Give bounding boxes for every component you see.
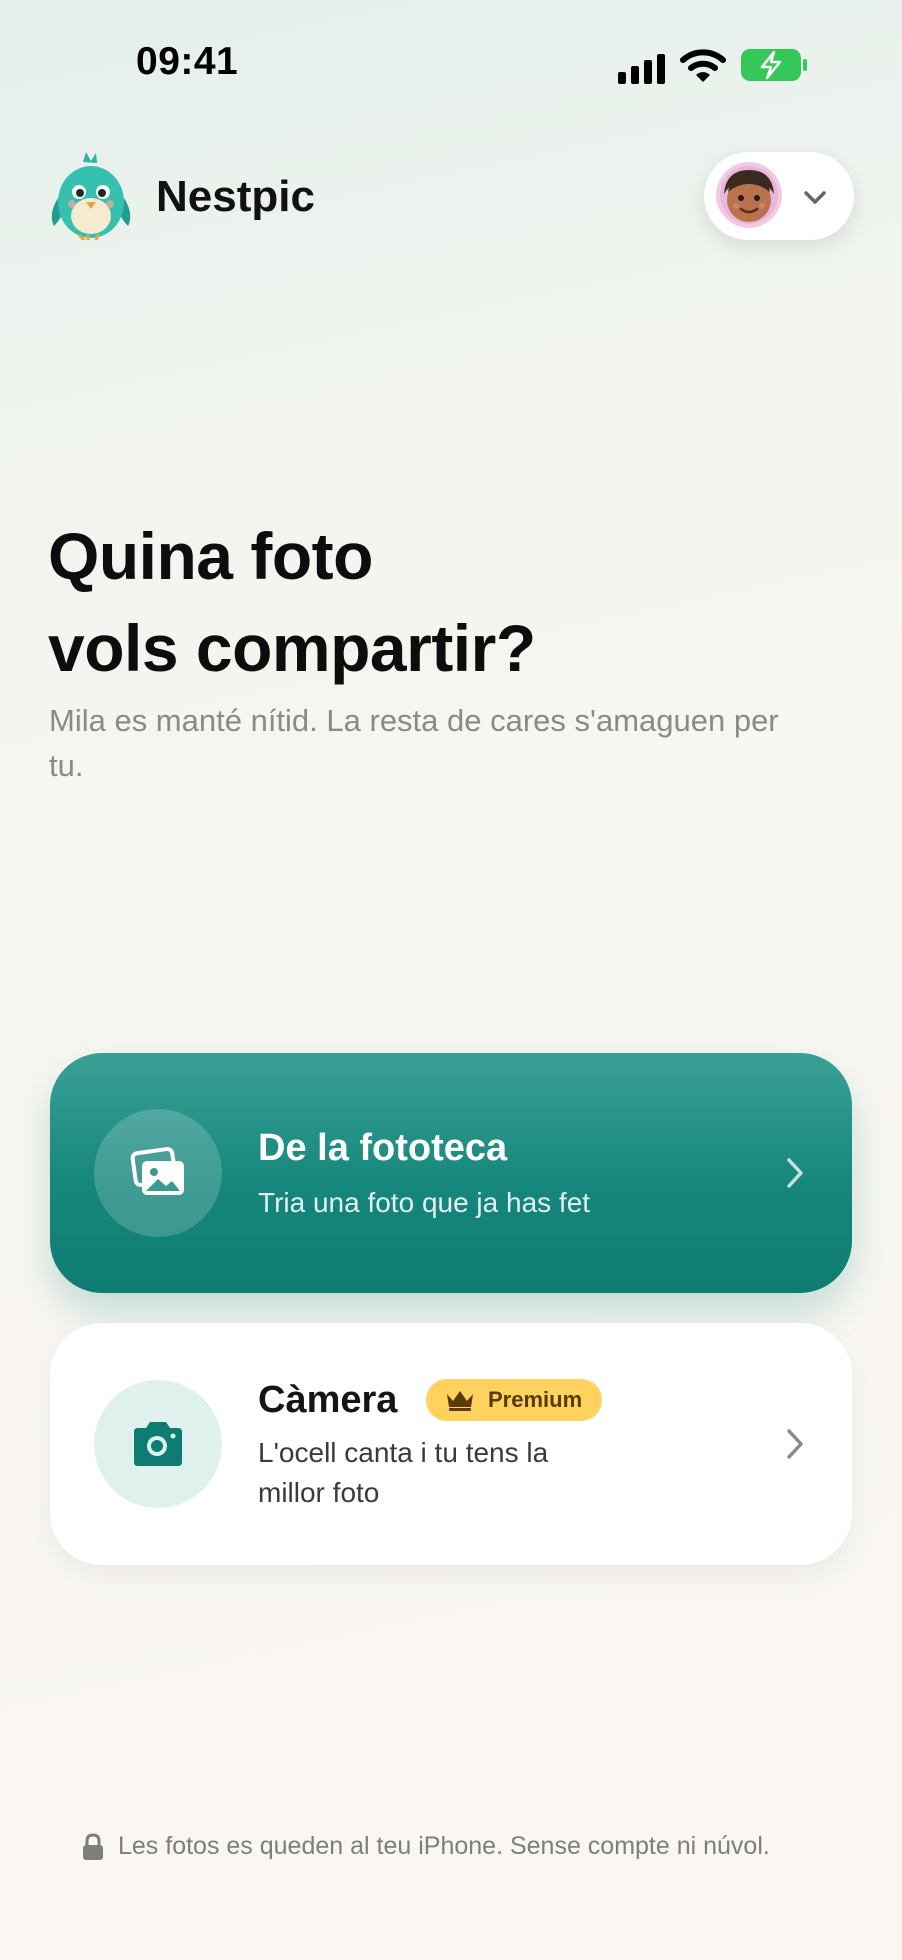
photo-library-icon [130,1147,184,1195]
privacy-note-text: Les fotos es queden al teu iPhone. Sense… [118,1832,770,1860]
photo-library-icon-circle [94,1109,222,1237]
page-title: Quina foto vols compartir? [48,510,536,694]
camera-title: Càmera [258,1379,398,1421]
premium-label: Premium [488,1387,583,1412]
camera-icon-circle [94,1380,222,1508]
child-avatar-icon [716,162,782,228]
cellular-signal-icon [618,54,665,84]
chevron-right-icon [787,1158,803,1188]
page-subtitle: Mila es manté nítid. La resta de cares s… [49,703,779,783]
bird-mascot-icon [51,152,131,240]
wifi-icon [680,49,726,82]
battery-charging-icon [741,49,807,81]
camera-option-button[interactable]: Càmera Premium L'ocell canta i tu tens l… [50,1323,852,1565]
photo-library-description: Tria una foto que ja has fet [258,1187,591,1218]
profile-switcher-button[interactable] [704,152,854,240]
photo-library-option-button[interactable]: De la fototeca Tria una foto que ja has … [50,1053,852,1293]
premium-badge: Premium [426,1379,603,1421]
crown-icon [447,1391,473,1411]
photo-library-title: De la fototeca [258,1127,508,1169]
camera-icon [134,1422,182,1466]
lock-icon [83,1832,103,1860]
camera-description: L'ocell canta i tu tens la millor foto [258,1437,549,1508]
app-name: Nestpic [156,172,315,221]
chevron-right-icon [787,1429,803,1459]
privacy-note: Les fotos es queden al teu iPhone. Sense… [82,1832,770,1861]
status-time: 09:41 [136,40,239,83]
chevron-down-icon [804,191,826,204]
page-title-line-2: vols compartir? [48,611,536,685]
page-title-line-1: Quina foto [48,519,373,593]
